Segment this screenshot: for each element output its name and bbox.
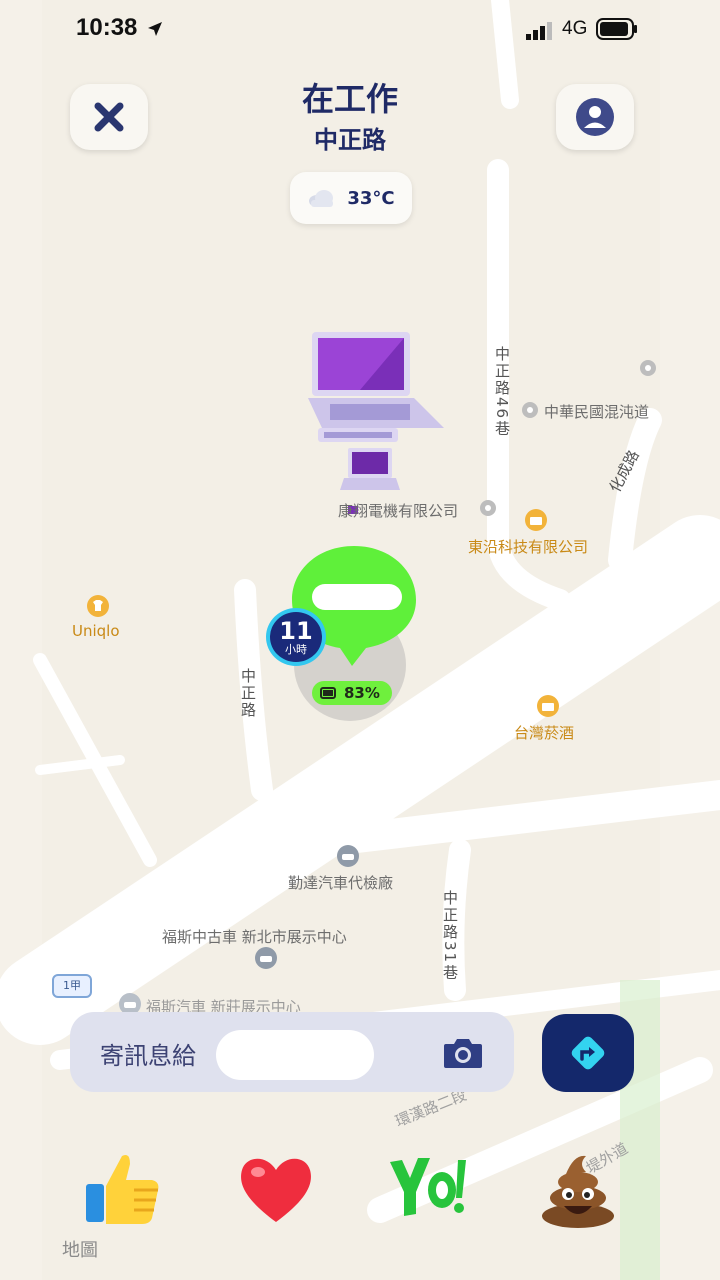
network-type: 4G (562, 18, 588, 39)
status-bar: 10:38 4G (0, 0, 720, 60)
message-placeholder: 寄訊息給 (100, 1042, 196, 1070)
battery-percent: 83% (344, 684, 380, 702)
battery-level-icon (320, 687, 336, 699)
cloud-icon (309, 190, 334, 207)
duration-unit: 小時 (285, 643, 307, 656)
map-legal-label: 地圖 (62, 1240, 98, 1261)
poi-label[interactable]: Uniqlo (72, 622, 120, 640)
thumbs-up-icon[interactable] (84, 1150, 164, 1230)
poi-label[interactable]: 康翔電機有限公司 (338, 500, 458, 521)
road-label: 中正路31巷 (441, 890, 459, 982)
road-label: 中正路 (239, 668, 257, 719)
car-icon (255, 947, 277, 969)
duration-hours: 11 (279, 617, 313, 645)
battery-icon (596, 18, 637, 40)
message-input[interactable]: 寄訊息給 (70, 1012, 514, 1092)
yo-icon[interactable] (386, 1150, 466, 1230)
poi-label[interactable]: 福斯中古車 新北市展示中心 (162, 926, 347, 947)
shirt-icon (87, 595, 109, 617)
heart-icon[interactable] (236, 1150, 316, 1230)
directions-icon (571, 1036, 605, 1070)
map-pin-icon (522, 402, 538, 418)
profile-button[interactable] (556, 84, 634, 150)
map-pin-icon (480, 500, 496, 516)
status-time: 10:38 (76, 14, 138, 41)
duration-badge: 11 小時 (266, 608, 326, 666)
directions-button[interactable] (542, 1014, 634, 1092)
poop-icon[interactable] (538, 1150, 618, 1230)
poi-label[interactable]: 東沿科技有限公司 (468, 536, 588, 557)
signal-icon (526, 22, 552, 40)
poi-label[interactable]: 中華民國混沌道 (544, 401, 649, 422)
poi-label[interactable]: 勤達汽車代檢廠 (288, 872, 393, 893)
poi-label[interactable]: 台灣菸酒 (514, 722, 574, 743)
camera-icon[interactable] (442, 1036, 484, 1070)
page-subtitle: 中正路 (314, 126, 386, 154)
briefcase-icon (525, 509, 547, 531)
weather-chip[interactable]: 33°C (290, 172, 412, 224)
battery-badge: 83% (312, 681, 392, 705)
redacted-name (216, 1030, 374, 1080)
user-icon (576, 98, 614, 136)
close-icon (94, 102, 124, 132)
devices-illustration (308, 332, 444, 514)
close-button[interactable] (70, 84, 148, 150)
location-arrow-icon (148, 22, 162, 36)
car-icon (337, 845, 359, 867)
map-pin-icon (640, 360, 656, 376)
page-title: 在工作 (301, 80, 398, 118)
route-shield: 1甲 (52, 974, 92, 998)
store-icon (537, 695, 559, 717)
road-label: 中正路46巷 (493, 346, 511, 438)
temperature: 33°C (347, 187, 395, 209)
